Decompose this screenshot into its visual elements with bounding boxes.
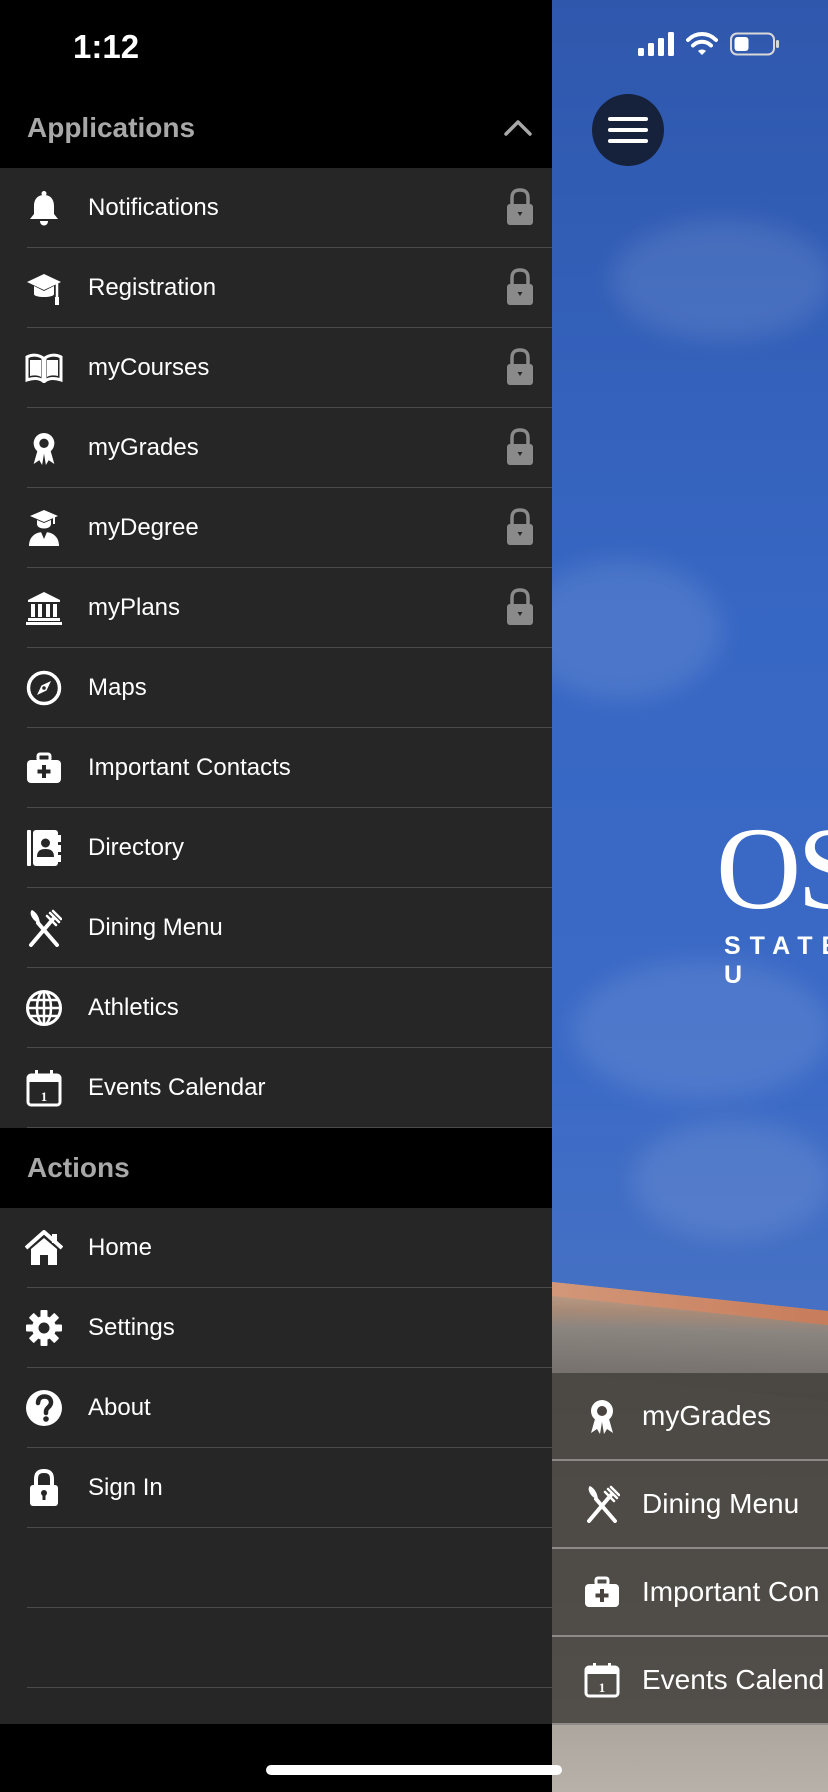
menu-item-label: Important Contacts bbox=[88, 754, 291, 781]
applications-section-header[interactable]: Applications bbox=[0, 88, 552, 168]
menu-item-directory[interactable]: Directory bbox=[0, 808, 552, 888]
globe-icon bbox=[24, 988, 64, 1028]
battery-icon bbox=[730, 32, 779, 56]
fork-knife-icon bbox=[582, 1484, 622, 1524]
menu-item-myplans[interactable]: myPlans bbox=[0, 568, 552, 648]
menu-item-home[interactable]: Home bbox=[0, 1208, 552, 1288]
first-aid-kit-icon bbox=[24, 748, 64, 788]
svg-text:1: 1 bbox=[41, 1089, 48, 1104]
padlock-icon bbox=[507, 348, 533, 385]
menu-item-athletics[interactable]: Athletics bbox=[0, 968, 552, 1048]
menu-item-settings[interactable]: Settings bbox=[0, 1288, 552, 1368]
menu-item-important-contacts[interactable]: Important Contacts bbox=[0, 728, 552, 808]
menu-item-sign-in[interactable]: Sign In bbox=[0, 1448, 552, 1528]
menu-item-label: myPlans bbox=[88, 594, 181, 621]
address-book-icon bbox=[24, 828, 64, 868]
quick-item-label: Dining Menu bbox=[642, 1488, 800, 1519]
menu-item-events-calendar[interactable]: 1 Events Calendar bbox=[0, 1048, 552, 1128]
cloud bbox=[632, 1120, 828, 1240]
menu-item-about[interactable]: About bbox=[0, 1368, 552, 1448]
actions-list: Home Settings About Sign In bbox=[0, 1208, 552, 1724]
padlock-icon bbox=[507, 268, 533, 305]
menu-item-label: About bbox=[88, 1394, 151, 1421]
padlock-icon bbox=[507, 508, 533, 545]
hamburger-menu-button[interactable] bbox=[592, 94, 664, 166]
menu-item-label: Directory bbox=[88, 834, 185, 861]
menu-item-dining-menu[interactable]: Dining Menu bbox=[0, 888, 552, 968]
menu-item-maps[interactable]: Maps bbox=[0, 648, 552, 728]
quick-item-events-calendar[interactable]: 1 Events Calend bbox=[552, 1637, 828, 1725]
home-indicator[interactable] bbox=[266, 1765, 562, 1775]
section-title: Applications bbox=[27, 112, 196, 143]
quick-item-mygrades[interactable]: myGrades bbox=[552, 1373, 828, 1461]
menu-item-notifications[interactable]: Notifications bbox=[0, 168, 552, 248]
empty-row bbox=[0, 1528, 552, 1608]
award-ribbon-icon bbox=[24, 428, 64, 468]
question-circle-icon bbox=[24, 1388, 64, 1428]
menu-item-label: Registration bbox=[88, 274, 217, 301]
hamburger-line bbox=[608, 117, 648, 121]
chevron-up-icon[interactable] bbox=[502, 112, 534, 144]
menu-item-label: Maps bbox=[88, 674, 147, 701]
hamburger-line bbox=[608, 128, 648, 132]
actions-section-header: Actions bbox=[0, 1128, 552, 1208]
wifi-icon bbox=[686, 32, 718, 55]
quick-item-label: Events Calend bbox=[642, 1664, 825, 1695]
home-icon bbox=[24, 1228, 64, 1268]
menu-item-label: Notifications bbox=[88, 194, 219, 221]
gear-icon bbox=[24, 1308, 64, 1348]
side-drawer: 1:12 Applications Notifications Registra… bbox=[0, 0, 552, 1792]
university-logo-subtext: STATE U bbox=[724, 932, 828, 989]
menu-item-label: Home bbox=[88, 1234, 153, 1261]
status-time: 1:12 bbox=[73, 28, 140, 65]
menu-item-label: myGrades bbox=[88, 434, 199, 461]
menu-item-mygrades[interactable]: myGrades bbox=[0, 408, 552, 488]
padlock-icon bbox=[24, 1468, 64, 1508]
bell-icon bbox=[24, 188, 64, 228]
graduate-person-icon bbox=[24, 508, 64, 548]
status-icons bbox=[638, 32, 780, 56]
menu-item-registration[interactable]: Registration bbox=[0, 248, 552, 328]
first-aid-kit-icon bbox=[582, 1572, 622, 1612]
quick-item-label: myGrades bbox=[642, 1400, 772, 1431]
award-ribbon-icon bbox=[582, 1396, 622, 1436]
hamburger-line bbox=[608, 139, 648, 143]
quick-item-important-contacts[interactable]: Important Con bbox=[552, 1549, 828, 1637]
quick-item-label: Important Con bbox=[642, 1576, 820, 1607]
svg-text:1: 1 bbox=[599, 1680, 606, 1695]
menu-item-label: Athletics bbox=[88, 994, 179, 1021]
menu-item-mydegree[interactable]: myDegree bbox=[0, 488, 552, 568]
open-book-icon bbox=[24, 348, 64, 388]
menu-item-label: myDegree bbox=[88, 514, 199, 541]
section-title: Actions bbox=[27, 1152, 130, 1183]
applications-list: Notifications Registration myCourses myG… bbox=[0, 168, 552, 1128]
menu-item-label: Dining Menu bbox=[88, 914, 223, 941]
menu-item-mycourses[interactable]: myCourses bbox=[0, 328, 552, 408]
menu-item-label: Events Calendar bbox=[88, 1074, 266, 1101]
cloud bbox=[612, 220, 828, 340]
cellular-signal-icon bbox=[638, 32, 674, 56]
empty-row bbox=[0, 1608, 552, 1688]
padlock-icon bbox=[507, 588, 533, 625]
padlock-icon bbox=[507, 188, 533, 225]
university-logo: OS bbox=[716, 803, 828, 934]
menu-item-label: Settings bbox=[88, 1314, 175, 1341]
calendar-icon: 1 bbox=[582, 1660, 622, 1700]
institution-icon bbox=[24, 588, 64, 628]
menu-item-label: myCourses bbox=[88, 354, 210, 381]
calendar-icon: 1 bbox=[24, 1068, 64, 1108]
padlock-icon bbox=[507, 428, 533, 465]
cloud bbox=[552, 560, 722, 700]
compass-icon bbox=[24, 668, 64, 708]
quick-item-dining-menu[interactable]: Dining Menu bbox=[552, 1461, 828, 1549]
graduation-cap-icon bbox=[24, 268, 64, 308]
fork-knife-icon bbox=[24, 908, 64, 948]
quick-access-list: myGrades Dining Menu Important Con 1 Eve… bbox=[552, 1373, 828, 1725]
menu-item-label: Sign In bbox=[88, 1474, 163, 1501]
